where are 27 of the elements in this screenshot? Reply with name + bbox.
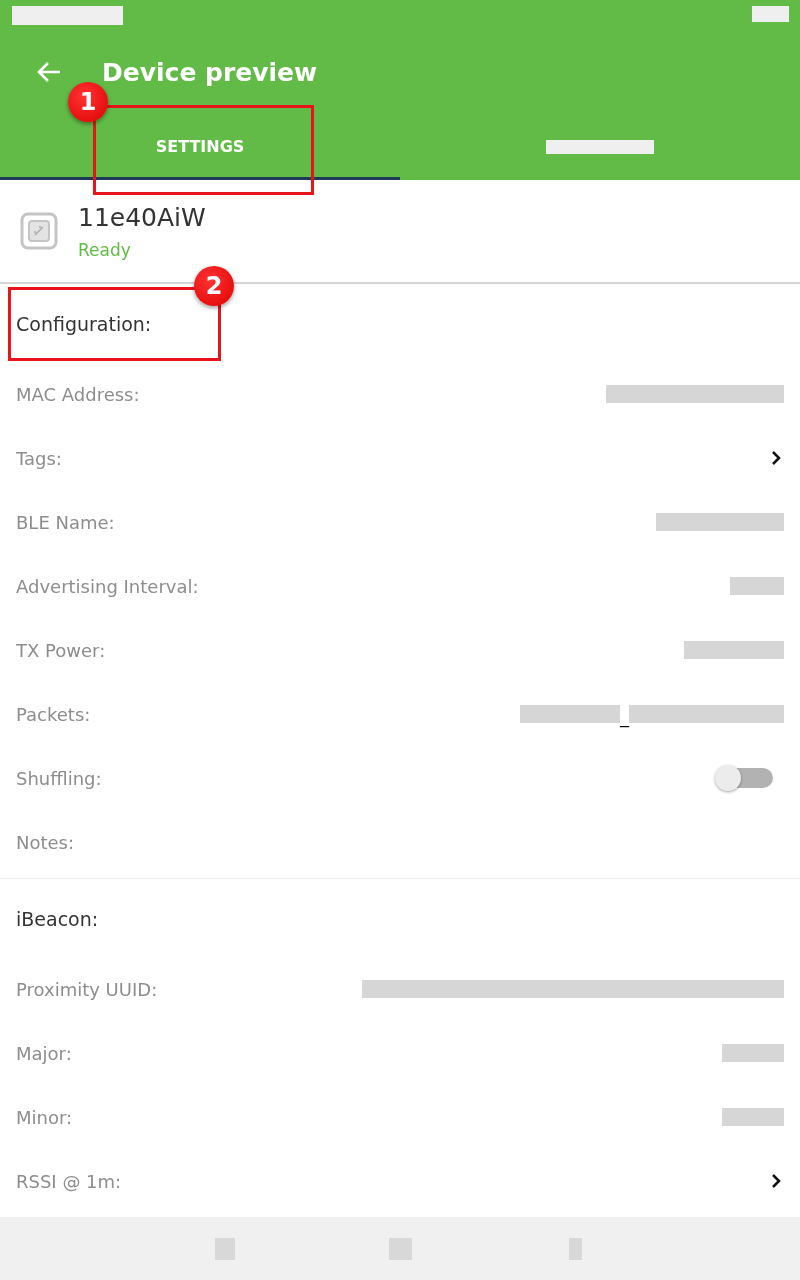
separator-text: _ bbox=[620, 708, 629, 727]
field-label: Advertising Interval: bbox=[16, 575, 199, 597]
field-label: Proximity UUID: bbox=[16, 978, 158, 1000]
redacted-bar bbox=[752, 6, 789, 22]
redacted-bar bbox=[722, 1108, 784, 1127]
device-name: 11e40AiW bbox=[78, 202, 206, 232]
device-status: Ready bbox=[78, 239, 132, 260]
field-label: Packets: bbox=[16, 703, 91, 725]
field-label: BLE Name: bbox=[16, 511, 115, 533]
nav-button[interactable] bbox=[569, 1238, 582, 1261]
redacted-bar bbox=[730, 577, 784, 596]
nav-button[interactable] bbox=[215, 1238, 235, 1261]
field-label: TX Power: bbox=[16, 639, 106, 661]
beacon-device-icon bbox=[20, 212, 58, 251]
section-heading: Configuration: bbox=[16, 313, 152, 336]
nav-button[interactable] bbox=[389, 1238, 412, 1261]
field-label: Notes: bbox=[16, 831, 75, 853]
field-label: Major: bbox=[16, 1042, 72, 1064]
step-marker: 2 bbox=[194, 266, 234, 306]
field-label: Minor: bbox=[16, 1106, 73, 1128]
section-heading: iBeacon: bbox=[16, 908, 99, 931]
back-arrow-icon[interactable] bbox=[36, 61, 62, 83]
field-label: Shuffling: bbox=[16, 767, 102, 789]
redacted-bar bbox=[722, 1044, 784, 1063]
field-label: RSSI @ 1m: bbox=[16, 1170, 122, 1192]
field-label: MAC Address: bbox=[16, 383, 140, 405]
field-label: Tags: bbox=[16, 447, 62, 469]
